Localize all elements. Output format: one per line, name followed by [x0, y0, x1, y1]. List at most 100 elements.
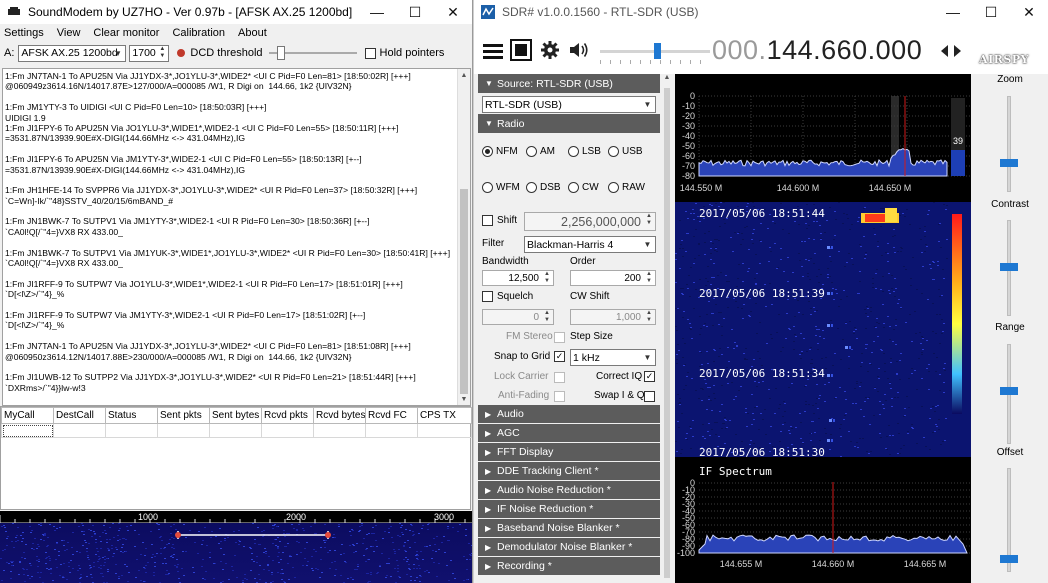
section-baseband-noise-blanker[interactable]: ▶ Baseband Noise Blanker *	[478, 518, 660, 537]
hamburger-menu-icon[interactable]	[482, 42, 504, 60]
offset-slider-thumb[interactable]	[1000, 555, 1018, 563]
table-cell[interactable]	[365, 423, 418, 438]
menu-about[interactable]: About	[238, 27, 267, 39]
section-agc[interactable]: ▶ AGC	[478, 423, 660, 442]
col-rcvd-fc[interactable]: Rcvd FC	[365, 407, 418, 424]
contrast-slider-thumb[interactable]	[1000, 263, 1018, 271]
mode-nfm[interactable]: NFM	[482, 146, 518, 157]
col-sent-bytes[interactable]: Sent bytes	[209, 407, 262, 424]
scroll-up-icon[interactable]: ▲	[661, 74, 673, 86]
mode-cw[interactable]: CW	[568, 182, 599, 193]
dcd-threshold-slider[interactable]	[267, 45, 359, 61]
scroll-thumb[interactable]	[664, 88, 670, 578]
slider-thumb[interactable]	[276, 46, 285, 60]
section-label: Baseband Noise Blanker *	[497, 522, 620, 534]
col-sent-pkts[interactable]: Sent pkts	[157, 407, 210, 424]
squelch-input[interactable]: 0 ▲ ▼	[482, 309, 554, 325]
close-button[interactable]: ✕	[434, 0, 472, 24]
section-radio[interactable]: ▼ Radio	[478, 114, 660, 133]
menu-view[interactable]: View	[57, 27, 81, 39]
order-input[interactable]: 200 ▲ ▼	[570, 270, 656, 286]
col-mycall[interactable]: MyCall	[1, 407, 54, 424]
swap-iq-checkbox[interactable]	[644, 391, 655, 402]
mode-lsb[interactable]: LSB	[568, 146, 601, 157]
table-cell[interactable]	[53, 423, 106, 438]
table-cell[interactable]	[1, 423, 54, 438]
hold-pointers-checkbox[interactable]	[364, 47, 376, 59]
panel-scrollbar[interactable]: ▲	[661, 74, 673, 583]
range-slider[interactable]	[1000, 344, 1018, 444]
lock-carrier-checkbox[interactable]	[554, 372, 565, 383]
log-scrollbar[interactable]: ▲ ▼	[457, 69, 470, 405]
monitor-log[interactable]: 1:Fm JN7TAN-1 To APU25N Via JJ1YDX-3*,JO…	[2, 68, 471, 406]
anti-fading-checkbox[interactable]	[554, 391, 565, 402]
volume-slider[interactable]	[600, 43, 710, 64]
maximize-button[interactable]: ☐	[396, 0, 434, 24]
mode-am[interactable]: AM	[526, 146, 555, 157]
section-if-noise-reduction[interactable]: ▶ IF Noise Reduction *	[478, 499, 660, 518]
maximize-button[interactable]: ☐	[972, 0, 1010, 24]
col-cps-tx[interactable]: CPS TX	[417, 407, 472, 424]
vfo-frequency-display[interactable]: 000.144.660.000	[712, 35, 922, 66]
table-cell[interactable]	[157, 423, 210, 438]
fm-stereo-checkbox[interactable]	[554, 332, 565, 343]
squelch-checkbox[interactable]: Squelch	[482, 291, 533, 302]
table-cell[interactable]	[105, 423, 158, 438]
close-button[interactable]: ✕	[1010, 0, 1048, 24]
col-rcvd-pkts[interactable]: Rcvd pkts	[261, 407, 314, 424]
mode-raw[interactable]: RAW	[608, 182, 645, 193]
stop-button[interactable]	[510, 39, 532, 61]
menu-settings[interactable]: Settings	[4, 27, 44, 39]
scroll-thumb[interactable]	[460, 189, 468, 394]
range-slider-thumb[interactable]	[1000, 387, 1018, 395]
contrast-slider[interactable]	[1000, 220, 1018, 316]
section-audio[interactable]: ▶ Audio	[478, 404, 660, 423]
menu-calibration[interactable]: Calibration	[172, 27, 225, 39]
vfo-frequency-value: 144.660.000	[766, 35, 923, 65]
audio-waterfall[interactable]: 1000 2000 3000	[0, 511, 472, 583]
offset-slider[interactable]	[1000, 468, 1018, 572]
speaker-icon[interactable]	[568, 41, 590, 59]
scroll-up-icon[interactable]: ▲	[458, 69, 470, 81]
section-dde-tracking-client[interactable]: ▶ DDE Tracking Client *	[478, 461, 660, 480]
col-status[interactable]: Status	[105, 407, 158, 424]
section-source[interactable]: ▼ Source: RTL-SDR (USB)	[478, 74, 660, 93]
soundmodem-window: SoundModem by UZ7HO - Ver 0.97b - [AFSK …	[0, 0, 473, 583]
section-audio-noise-reduction[interactable]: ▶ Audio Noise Reduction *	[478, 480, 660, 499]
table-row[interactable]	[1, 423, 472, 438]
col-destcall[interactable]: DestCall	[53, 407, 106, 424]
section-recording[interactable]: ▶ Recording *	[478, 556, 660, 575]
spectrum-display[interactable]: 0 -10 -20 -30 -40 -50 -60 -70 -80 144.550 M 144.6…	[675, 74, 971, 583]
center-freq-spinner[interactable]: 1700 ▲ ▼	[129, 44, 170, 62]
zoom-slider[interactable]	[1000, 96, 1018, 192]
snap-to-grid-checkbox[interactable]: ✓	[554, 351, 565, 362]
shift-checkbox[interactable]: Shift	[482, 215, 517, 226]
modem-mode-select[interactable]: AFSK AX.25 1200bd ▼	[18, 44, 127, 62]
correct-iq-checkbox[interactable]: ✓	[644, 371, 655, 382]
shift-value: 2,256,000,000	[561, 214, 641, 229]
bandwidth-input[interactable]: 12,500 ▲ ▼	[482, 270, 554, 286]
tuning-arrows-icon[interactable]	[941, 44, 961, 58]
mode-wfm[interactable]: WFM	[482, 182, 520, 193]
table-cell[interactable]	[313, 423, 366, 438]
mode-usb[interactable]: USB	[608, 146, 643, 157]
cw-shift-input[interactable]: 1,000 ▲ ▼	[570, 309, 656, 325]
table-cell[interactable]	[261, 423, 314, 438]
filter-select[interactable]: Blackman-Harris 4 ▼	[524, 236, 656, 253]
section-demodulator-noise-blanker[interactable]: ▶ Demodulator Noise Blanker *	[478, 537, 660, 556]
section-fft-display[interactable]: ▶ FFT Display	[478, 442, 660, 461]
step-size-select[interactable]: 1 kHz ▼	[570, 349, 656, 366]
shift-input[interactable]: 2,256,000,000 ▲ ▼	[524, 212, 656, 231]
volume-slider-thumb[interactable]	[654, 43, 661, 59]
minimize-button[interactable]: —	[358, 0, 396, 24]
menu-clear-monitor[interactable]: Clear monitor	[93, 27, 159, 39]
scroll-down-icon[interactable]: ▼	[458, 393, 470, 405]
col-rcvd-bytes[interactable]: Rcvd bytes	[313, 407, 366, 424]
table-cell[interactable]	[417, 423, 472, 438]
source-select[interactable]: RTL-SDR (USB) ▼	[482, 96, 656, 113]
zoom-slider-thumb[interactable]	[1000, 159, 1018, 167]
table-cell[interactable]	[209, 423, 262, 438]
minimize-button[interactable]: —	[934, 0, 972, 24]
mode-dsb[interactable]: DSB	[526, 182, 561, 193]
gear-icon[interactable]	[540, 40, 560, 60]
